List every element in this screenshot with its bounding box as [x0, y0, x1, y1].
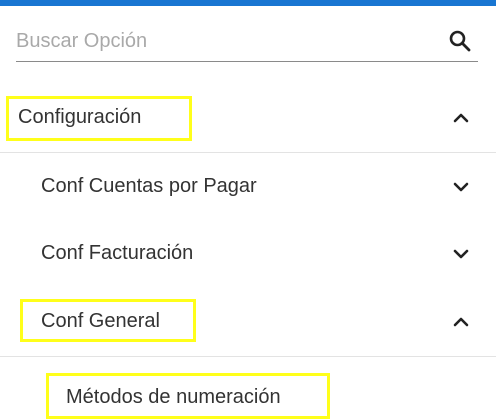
menu-item-conf-cuentas-por-pagar[interactable]: Conf Cuentas por Pagar [0, 158, 496, 214]
divider [0, 152, 496, 153]
menu-item-metodos-de-numeracion[interactable]: Métodos de numeración [0, 364, 496, 419]
menu-item-conf-facturacion[interactable]: Conf Facturación [0, 225, 496, 281]
menu-label-metodos-de-numeracion: Métodos de numeración [66, 386, 281, 408]
search-box [16, 20, 478, 62]
menu-item-conf-general[interactable]: Conf General [0, 293, 496, 349]
menu-label-configuracion: Configuración [18, 106, 142, 128]
menu-label-conf-general: Conf General [41, 310, 160, 332]
chevron-down-icon [453, 182, 469, 192]
top-accent-bar [0, 0, 496, 6]
chevron-up-icon [453, 113, 469, 123]
menu-label-conf-facturacion: Conf Facturación [41, 242, 194, 264]
menu-item-configuracion[interactable]: Configuración [0, 90, 496, 146]
menu-label-conf-cuentas-por-pagar: Conf Cuentas por Pagar [41, 175, 257, 197]
search-input[interactable] [16, 26, 426, 56]
divider [0, 356, 496, 357]
chevron-up-icon [453, 317, 469, 327]
chevron-down-icon [453, 249, 469, 259]
search-icon[interactable] [448, 29, 472, 53]
